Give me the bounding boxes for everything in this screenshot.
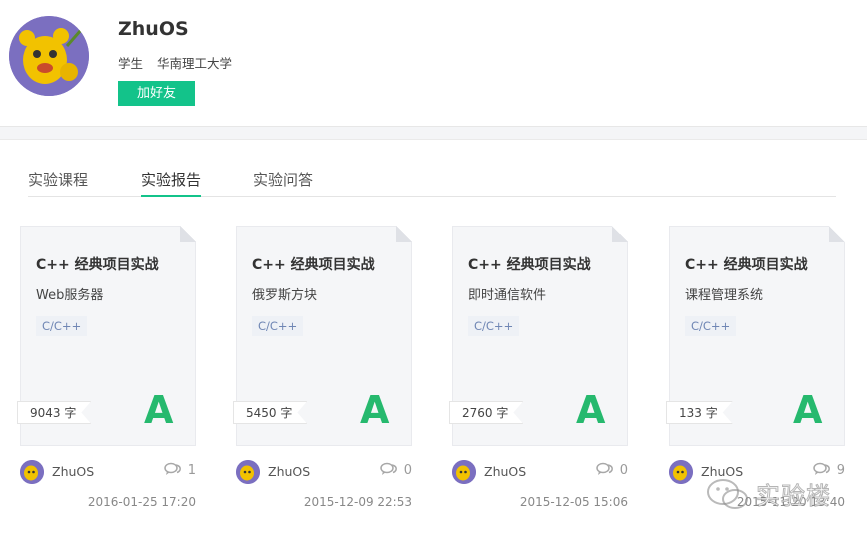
course-title[interactable]: C++ 经典项目实战 xyxy=(685,254,808,274)
report-date: 2015-12-05 15:06 xyxy=(519,495,628,509)
page-fold-icon xyxy=(396,226,412,242)
report-date: 2015-12-09 22:53 xyxy=(303,495,412,509)
author-name[interactable]: ZhuOS xyxy=(484,464,526,479)
user-avatar[interactable] xyxy=(9,16,89,96)
word-count-badge: 5450 字 xyxy=(233,401,307,424)
report-card[interactable]: C++ 经典项目实战 俄罗斯方块 C/C++ 5450 字 A xyxy=(236,226,412,446)
author-avatar[interactable] xyxy=(669,460,693,484)
language-tag[interactable]: C/C++ xyxy=(36,316,88,336)
watermark-text: 实验楼 xyxy=(756,482,831,511)
page-fold-icon xyxy=(612,226,628,242)
report-card[interactable]: C++ 经典项目实战 即时通信软件 C/C++ 2760 字 A xyxy=(452,226,628,446)
report-topic[interactable]: 课程管理系统 xyxy=(685,284,763,303)
report-card[interactable]: C++ 经典项目实战 课程管理系统 C/C++ 133 字 A xyxy=(669,226,845,446)
language-tag[interactable]: C/C++ xyxy=(252,316,304,336)
report-card[interactable]: C++ 经典项目实战 Web服务器 C/C++ 9043 字 A xyxy=(20,226,196,446)
report-topic[interactable]: 俄罗斯方块 xyxy=(252,284,317,303)
report-topic[interactable]: 即时通信软件 xyxy=(468,284,546,303)
author-avatar[interactable] xyxy=(452,460,476,484)
section-divider xyxy=(0,126,867,139)
author-avatar[interactable] xyxy=(20,460,44,484)
user-school: 华南理工大学 xyxy=(157,56,233,71)
word-count-badge: 2760 字 xyxy=(449,401,523,424)
report-author: ZhuOS 1 xyxy=(20,460,196,484)
report-topic[interactable]: Web服务器 xyxy=(36,284,103,303)
course-title[interactable]: C++ 经典项目实战 xyxy=(36,254,159,274)
watermark: 实验楼 xyxy=(706,474,856,514)
comment-count[interactable]: 0 xyxy=(595,462,628,478)
report-date: 2016-01-25 17:20 xyxy=(87,495,196,509)
comment-icon xyxy=(595,462,613,475)
page-fold-icon xyxy=(829,226,845,242)
author-avatar[interactable] xyxy=(236,460,260,484)
report-author: ZhuOS 0 xyxy=(236,460,412,484)
course-title[interactable]: C++ 经典项目实战 xyxy=(252,254,375,274)
grade-badge: A xyxy=(360,388,390,432)
user-meta: 学生 华南理工大学 xyxy=(118,53,232,72)
wechat-icon xyxy=(707,479,748,509)
grade-badge: A xyxy=(144,388,174,432)
comment-count-value: 0 xyxy=(619,463,628,478)
grade-badge: A xyxy=(576,388,606,432)
profile-header: ZhuOS 学生 华南理工大学 加好友 xyxy=(0,0,867,127)
author-name[interactable]: ZhuOS xyxy=(52,464,94,479)
report-author: ZhuOS 0 xyxy=(452,460,628,484)
comment-count[interactable]: 1 xyxy=(163,462,196,478)
word-count-badge: 133 字 xyxy=(666,401,733,424)
course-title[interactable]: C++ 经典项目实战 xyxy=(468,254,591,274)
tab-courses[interactable]: 实验课程 xyxy=(28,170,88,197)
user-role: 学生 xyxy=(118,56,144,71)
author-name[interactable]: ZhuOS xyxy=(268,464,310,479)
grade-badge: A xyxy=(793,388,823,432)
language-tag[interactable]: C/C++ xyxy=(685,316,737,336)
tab-reports[interactable]: 实验报告 xyxy=(141,170,202,197)
tab-bar: 实验课程 实验报告 实验问答 xyxy=(28,170,836,197)
comment-count-value: 0 xyxy=(403,463,412,478)
comment-count[interactable]: 0 xyxy=(379,462,412,478)
user-name: ZhuOS xyxy=(118,18,189,40)
tab-qa[interactable]: 实验问答 xyxy=(253,170,313,197)
comment-count-value: 1 xyxy=(187,463,196,478)
word-count-badge: 9043 字 xyxy=(17,401,91,424)
comment-icon xyxy=(379,462,397,475)
add-friend-button[interactable]: 加好友 xyxy=(118,81,195,106)
language-tag[interactable]: C/C++ xyxy=(468,316,520,336)
page-fold-icon xyxy=(180,226,196,242)
comment-icon xyxy=(163,462,181,475)
